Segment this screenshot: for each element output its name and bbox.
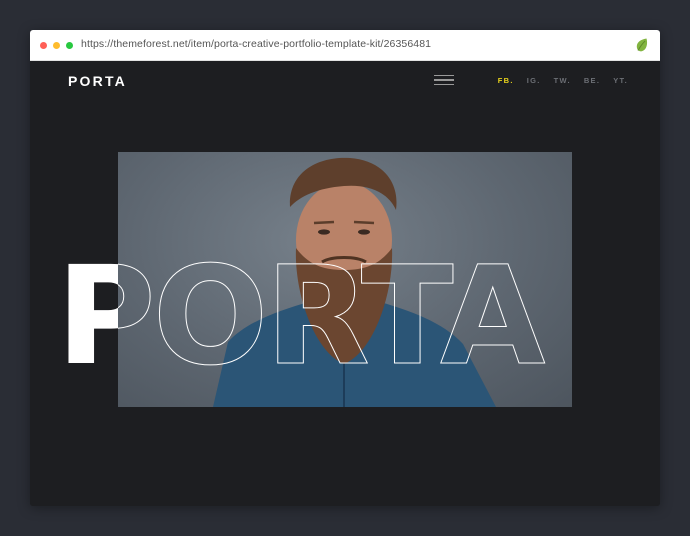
- social-link-behance[interactable]: BE.: [584, 76, 600, 85]
- hero-section: PORTA PORTA: [30, 61, 660, 506]
- social-link-twitter[interactable]: TW.: [554, 76, 571, 85]
- website-viewport: PORTA PORTA PORTA FB. IG. TW. BE. YT.: [30, 61, 660, 506]
- hamburger-menu-icon[interactable]: [434, 75, 454, 87]
- social-nav: FB. IG. TW. BE. YT.: [498, 76, 628, 85]
- browser-window: https://themeforest.net/item/porta-creat…: [30, 30, 660, 506]
- envato-leaf-icon[interactable]: [634, 37, 650, 53]
- hero-title-graphic: PORTA PORTA: [56, 238, 549, 397]
- site-logo[interactable]: PORTA: [68, 73, 127, 89]
- social-link-youtube[interactable]: YT.: [613, 76, 628, 85]
- social-link-instagram[interactable]: IG.: [527, 76, 541, 85]
- browser-toolbar: https://themeforest.net/item/porta-creat…: [30, 30, 660, 61]
- social-link-facebook[interactable]: FB.: [498, 76, 514, 85]
- maximize-window-button[interactable]: [66, 42, 73, 49]
- hero-title-outline: PORTA: [56, 238, 545, 396]
- minimize-window-button[interactable]: [53, 42, 60, 49]
- address-bar[interactable]: https://themeforest.net/item/porta-creat…: [81, 38, 431, 50]
- close-window-button[interactable]: [40, 42, 47, 49]
